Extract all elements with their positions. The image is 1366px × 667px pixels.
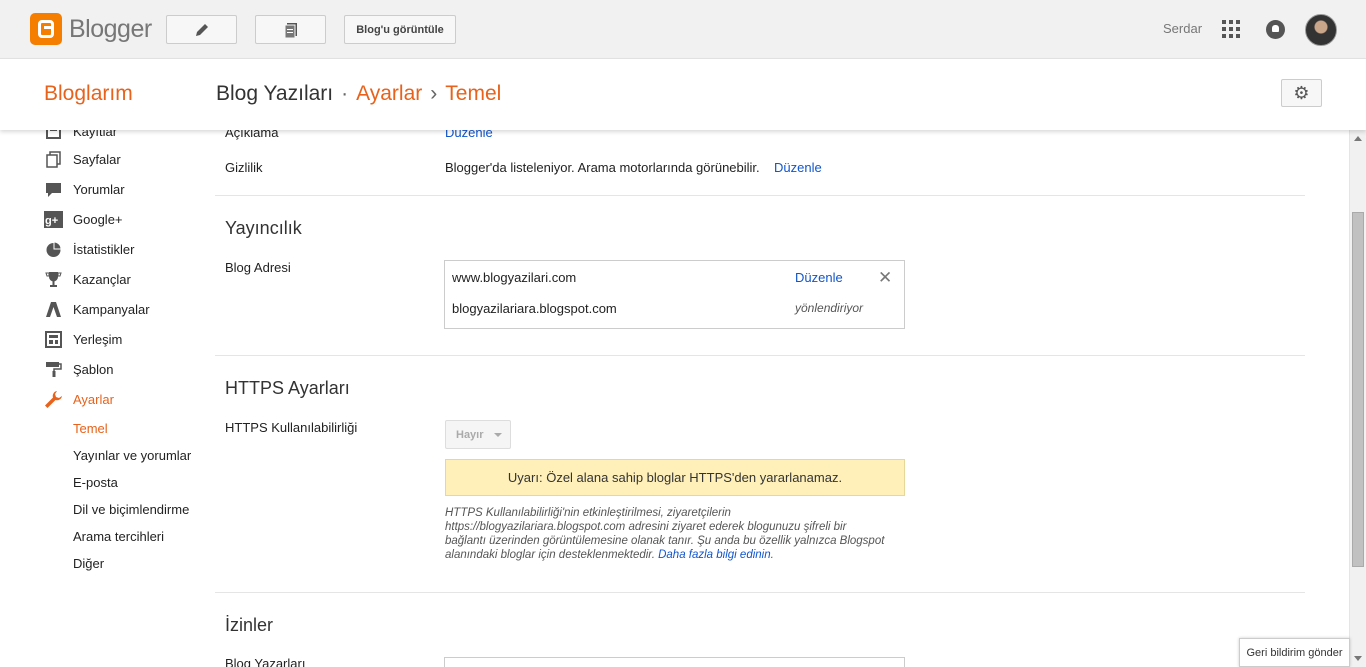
blogspot-address-text: blogyazilariara.blogspot.com bbox=[452, 301, 617, 316]
https-title: HTTPS Ayarları bbox=[225, 378, 350, 398]
sidebar-item-posts[interactable]: Kayıtlar bbox=[44, 130, 117, 141]
sidebar-subitem-search-prefs[interactable]: Arama tercihleri bbox=[73, 529, 164, 544]
page-header: Bloglarım Blog Yazıları · Ayarlar › Temel ⚙ bbox=[0, 59, 1366, 130]
blog-authors-box bbox=[444, 657, 905, 667]
send-feedback-button[interactable]: Geri bildirim gönder bbox=[1239, 638, 1350, 667]
apps-grid-icon[interactable] bbox=[1222, 20, 1240, 38]
documents-icon bbox=[284, 22, 297, 38]
breadcrumb-blog[interactable]: Blog Yazıları bbox=[216, 82, 333, 105]
sidebar-item-settings[interactable]: Ayarlar bbox=[44, 389, 114, 409]
notifications-bell-icon[interactable] bbox=[1266, 20, 1285, 39]
sidebar-subitem-language[interactable]: Dil ve biçimlendirme bbox=[73, 502, 189, 517]
sidebar-item-layout[interactable]: Yerleşim bbox=[44, 329, 122, 349]
sidebar-item-google-plus[interactable]: g+ Google+ bbox=[44, 209, 123, 229]
https-warning-banner: Uyarı: Özel alana sahip bloglar HTTPS'de… bbox=[445, 459, 905, 496]
settings-gear-button[interactable]: ⚙ bbox=[1281, 79, 1322, 107]
description-edit-link[interactable]: Düzenle bbox=[445, 130, 493, 140]
divider bbox=[215, 195, 1305, 196]
settings-main: Açıklama Düzenle Gizlilik Blogger'da lis… bbox=[215, 130, 1305, 667]
breadcrumb-basic: Temel bbox=[445, 82, 502, 105]
trophy-icon bbox=[44, 270, 63, 289]
page-scrollbar[interactable] bbox=[1349, 130, 1366, 667]
sidebar-subitem-email[interactable]: E-posta bbox=[73, 475, 118, 490]
gear-icon: ⚙ bbox=[1293, 82, 1310, 103]
breadcrumb-dot: · bbox=[341, 82, 349, 105]
posts-list-button[interactable] bbox=[255, 15, 326, 44]
wrench-icon bbox=[44, 390, 63, 409]
layout-icon bbox=[44, 330, 63, 349]
top-bar: Blogger Blog'u görüntüle Serdar bbox=[0, 0, 1366, 59]
blogger-logo[interactable]: Blogger bbox=[30, 13, 152, 45]
description-label: Açıklama bbox=[225, 130, 279, 140]
close-icon[interactable]: ✕ bbox=[878, 268, 892, 288]
sidebar-item-comments[interactable]: Yorumlar bbox=[44, 179, 125, 199]
address-edit-link[interactable]: Düzenle bbox=[795, 270, 843, 285]
sidebar-item-campaigns[interactable]: Kampanyalar bbox=[44, 299, 150, 319]
sidebar-item-stats[interactable]: İstatistikler bbox=[44, 239, 134, 259]
publishing-title: Yayıncılık bbox=[225, 218, 302, 238]
breadcrumb-settings[interactable]: Ayarlar bbox=[356, 82, 422, 105]
sidebar-subitem-basic[interactable]: Temel bbox=[73, 421, 108, 436]
chevron-down-icon bbox=[493, 432, 502, 437]
pages-icon bbox=[44, 150, 63, 169]
blog-authors-label: Blog Yazarları bbox=[225, 656, 306, 667]
custom-domain-text: www.blogyazilari.com bbox=[452, 270, 577, 285]
divider bbox=[215, 592, 1305, 593]
privacy-edit-link[interactable]: Düzenle bbox=[774, 160, 822, 175]
breadcrumb: Blog Yazıları · Ayarlar › Temel bbox=[216, 82, 501, 106]
sidebar: Kayıtlar Sayfalar Yorumlar g+ Google+ İs… bbox=[0, 130, 210, 667]
breadcrumb-chevron: › bbox=[430, 82, 438, 105]
scroll-down-arrow-icon[interactable] bbox=[1354, 656, 1362, 661]
new-post-button[interactable] bbox=[166, 15, 237, 44]
sidebar-item-pages[interactable]: Sayfalar bbox=[44, 149, 121, 169]
privacy-value: Blogger'da listeleniyor. Arama motorları… bbox=[445, 160, 760, 175]
pie-chart-icon bbox=[44, 240, 63, 259]
user-name[interactable]: Serdar bbox=[1163, 21, 1202, 36]
scroll-thumb[interactable] bbox=[1352, 212, 1364, 567]
sidebar-subitem-posts-comments[interactable]: Yayınlar ve yorumlar bbox=[73, 448, 191, 463]
avatar[interactable] bbox=[1305, 14, 1337, 46]
redirect-status: yönlendiriyor bbox=[795, 301, 864, 315]
scroll-up-arrow-icon[interactable] bbox=[1354, 136, 1362, 141]
my-blogs-link[interactable]: Bloglarım bbox=[44, 82, 133, 106]
google-plus-icon: g+ bbox=[44, 210, 63, 229]
https-availability-select[interactable]: Hayır bbox=[445, 420, 511, 449]
https-help-text: HTTPS Kullanılabilirliği'nin etkinleştir… bbox=[445, 507, 885, 561]
pencil-icon bbox=[195, 23, 208, 36]
blog-address-label: Blog Adresi bbox=[225, 260, 291, 275]
blogger-logo-icon bbox=[30, 13, 62, 45]
blogger-logo-text: Blogger bbox=[69, 14, 152, 43]
privacy-label: Gizlilik bbox=[225, 160, 263, 175]
paint-roller-icon bbox=[44, 360, 63, 379]
sidebar-item-template[interactable]: Şablon bbox=[44, 359, 113, 379]
divider bbox=[215, 355, 1305, 356]
sidebar-item-earnings[interactable]: Kazançlar bbox=[44, 269, 131, 289]
comment-icon bbox=[44, 180, 63, 199]
learn-more-link[interactable]: Daha fazla bilgi edinin bbox=[658, 549, 771, 561]
view-blog-button[interactable]: Blog'u görüntüle bbox=[344, 15, 456, 44]
campaign-icon bbox=[44, 300, 63, 319]
sidebar-subitem-other[interactable]: Diğer bbox=[73, 556, 104, 571]
https-availability-label: HTTPS Kullanılabilirliği bbox=[225, 420, 358, 435]
permissions-title: İzinler bbox=[225, 615, 274, 635]
blog-address-box: www.blogyazilari.com Düzenle ✕ blogyazil… bbox=[444, 260, 905, 329]
posts-icon bbox=[44, 130, 63, 141]
svg-text:g+: g+ bbox=[45, 215, 58, 227]
